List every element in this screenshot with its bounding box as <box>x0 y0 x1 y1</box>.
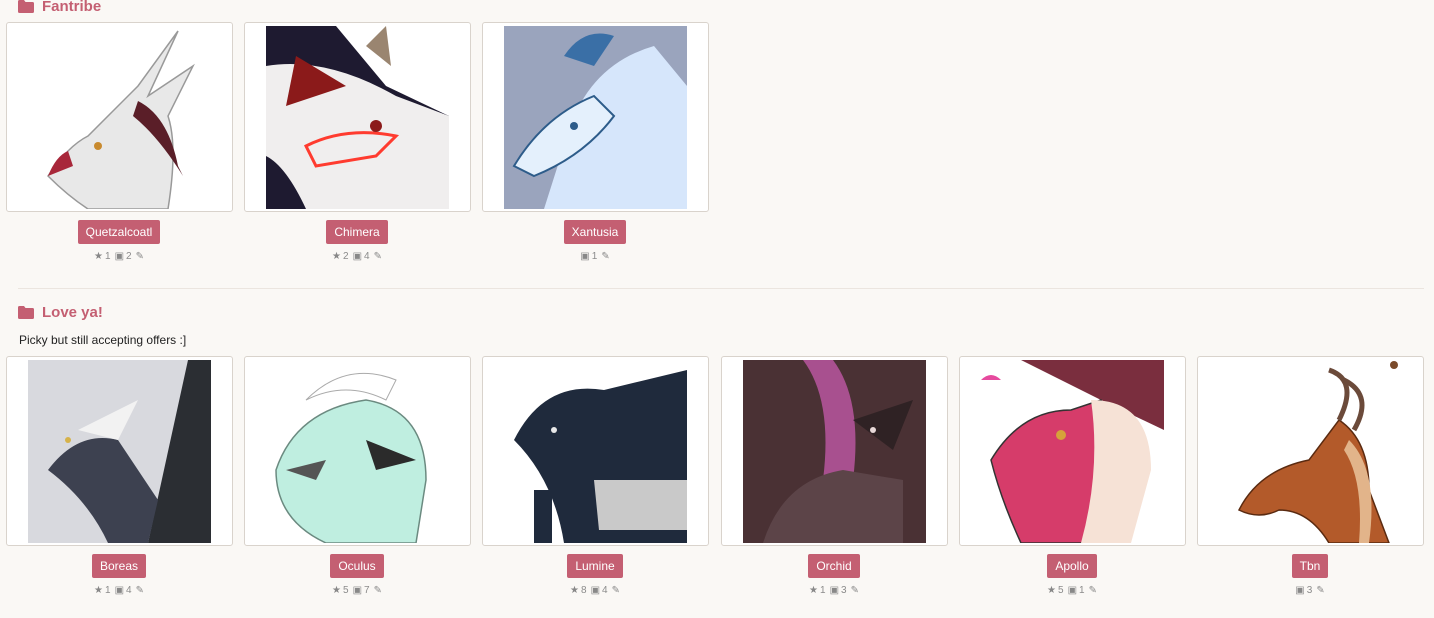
character-stats: ★ 1 ▣ 3 ✎ <box>715 585 953 596</box>
character-image <box>503 359 687 543</box>
character-stats: ★ 8 ▣ 4 ✎ <box>476 585 714 596</box>
character-image <box>27 25 211 209</box>
character-image <box>742 359 926 543</box>
pencil-icon[interactable]: ✎ <box>374 585 382 596</box>
image-icon: ▣ <box>1295 585 1305 596</box>
pencil-icon[interactable]: ✎ <box>136 585 144 596</box>
folder-description: Picky but still accepting offers :] <box>19 333 187 347</box>
folder-header-love-ya[interactable]: Love ya! <box>18 304 103 321</box>
character-image <box>27 359 211 543</box>
image-icon: ▣ <box>1067 585 1078 596</box>
star-count: 8 <box>581 585 587 596</box>
folder-icon <box>18 306 34 319</box>
pencil-icon[interactable]: ✎ <box>601 251 609 262</box>
character-thumbnail[interactable] <box>720 356 948 546</box>
star-count: 5 <box>343 585 349 596</box>
character-name-button[interactable]: Quetzalcoatl <box>77 220 161 244</box>
image-count: 1 <box>591 251 598 262</box>
character-stats: ★ 1 ▣ 2 ✎ <box>0 251 238 262</box>
image-icon: ▣ <box>352 251 363 262</box>
character-name-button[interactable]: Apollo <box>1047 554 1097 578</box>
character-card: Lumine ★ 8 ▣ 4 ✎ <box>476 356 714 596</box>
pencil-icon[interactable]: ✎ <box>851 585 859 596</box>
character-name-button[interactable]: Tbn <box>1291 554 1329 578</box>
character-thumbnail[interactable] <box>5 22 233 212</box>
folder-title: Fantribe <box>42 0 102 15</box>
image-count: 2 <box>126 251 132 262</box>
character-thumbnail[interactable] <box>481 22 709 212</box>
image-icon: ▣ <box>580 251 590 262</box>
star-count: 5 <box>1058 585 1064 596</box>
star-count: 1 <box>820 585 826 596</box>
character-image <box>503 25 687 209</box>
star-icon: ★ <box>809 585 818 596</box>
character-card: Boreas ★ 1 ▣ 4 ✎ <box>0 356 238 596</box>
star-icon: ★ <box>332 251 341 262</box>
character-thumbnail[interactable] <box>243 22 471 212</box>
image-count: 4 <box>126 585 132 596</box>
star-icon: ★ <box>570 585 579 596</box>
image-icon: ▣ <box>114 585 125 596</box>
character-image <box>265 25 449 209</box>
character-stats: ★ 5 ▣ 7 ✎ <box>238 585 476 596</box>
image-count: 3 <box>1306 585 1313 596</box>
character-thumbnail[interactable] <box>1196 356 1424 546</box>
character-card: Tbn ▣ 3 ✎ <box>1191 356 1429 596</box>
character-name-button[interactable]: Xantusia <box>563 220 627 244</box>
star-count: 1 <box>105 251 111 262</box>
character-image <box>265 359 449 543</box>
star-count: 1 <box>105 585 111 596</box>
character-thumbnail[interactable] <box>5 356 233 546</box>
character-stats: ▣ 1 ✎ <box>476 251 714 262</box>
folder-icon <box>18 0 34 13</box>
character-card: Chimera ★ 2 ▣ 4 ✎ <box>238 22 476 262</box>
character-name-button[interactable]: Chimera <box>326 220 388 244</box>
image-icon: ▣ <box>829 585 840 596</box>
character-name-button[interactable]: Orchid <box>808 554 860 578</box>
star-count: 2 <box>343 251 349 262</box>
character-card: Quetzalcoatl ★ 1 ▣ 2 ✎ <box>0 22 238 262</box>
pencil-icon[interactable]: ✎ <box>1316 585 1324 596</box>
character-stats: ★ 5 ▣ 1 ✎ <box>953 585 1191 596</box>
character-stats: ▣ 3 ✎ <box>1191 585 1429 596</box>
character-name-button[interactable]: Oculus <box>330 554 384 578</box>
image-count: 4 <box>602 585 608 596</box>
image-icon: ▣ <box>590 585 601 596</box>
pencil-icon[interactable]: ✎ <box>1089 585 1097 596</box>
character-card: Apollo ★ 5 ▣ 1 ✎ <box>953 356 1191 596</box>
image-icon: ▣ <box>114 251 125 262</box>
character-image <box>1218 359 1402 543</box>
character-stats: ★ 2 ▣ 4 ✎ <box>238 251 476 262</box>
character-thumbnail[interactable] <box>243 356 471 546</box>
folder-title: Love ya! <box>42 304 103 321</box>
pencil-icon[interactable]: ✎ <box>136 251 144 262</box>
image-count: 1 <box>1079 585 1085 596</box>
character-image <box>980 359 1164 543</box>
image-count: 7 <box>364 585 370 596</box>
star-icon: ★ <box>1047 585 1056 596</box>
folder-header-fantribe[interactable]: Fantribe <box>18 0 101 15</box>
image-count: 4 <box>364 251 370 262</box>
image-count: 3 <box>841 585 847 596</box>
image-icon: ▣ <box>352 585 363 596</box>
character-card: Xantusia ▣ 1 ✎ <box>476 22 714 262</box>
character-stats: ★ 1 ▣ 4 ✎ <box>0 585 238 596</box>
character-thumbnail[interactable] <box>958 356 1186 546</box>
character-thumbnail[interactable] <box>481 356 709 546</box>
character-card: Orchid ★ 1 ▣ 3 ✎ <box>715 356 953 596</box>
character-card: Oculus ★ 5 ▣ 7 ✎ <box>238 356 476 596</box>
star-icon: ★ <box>94 585 103 596</box>
folder-divider <box>18 288 1424 289</box>
star-icon: ★ <box>94 251 103 262</box>
pencil-icon[interactable]: ✎ <box>612 585 620 596</box>
character-name-button[interactable]: Boreas <box>91 554 147 578</box>
star-icon: ★ <box>332 585 341 596</box>
pencil-icon[interactable]: ✎ <box>374 251 382 262</box>
character-name-button[interactable]: Lumine <box>567 554 623 578</box>
